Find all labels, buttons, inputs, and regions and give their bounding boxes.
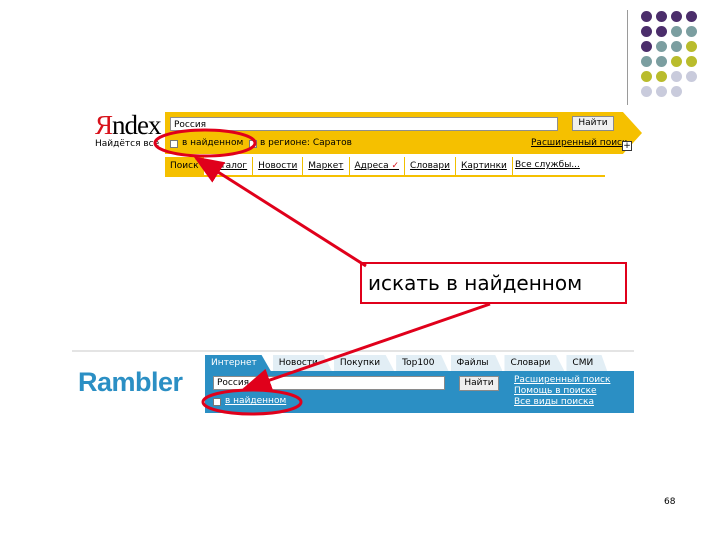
yandex-highlight-ellipse [153,128,257,158]
arrow-to-yandex [193,156,367,268]
arrow-to-rambler [241,302,491,392]
annotation-overlay [153,128,491,416]
rambler-highlight-ellipse [201,388,303,416]
page-number: 68 [664,497,676,507]
